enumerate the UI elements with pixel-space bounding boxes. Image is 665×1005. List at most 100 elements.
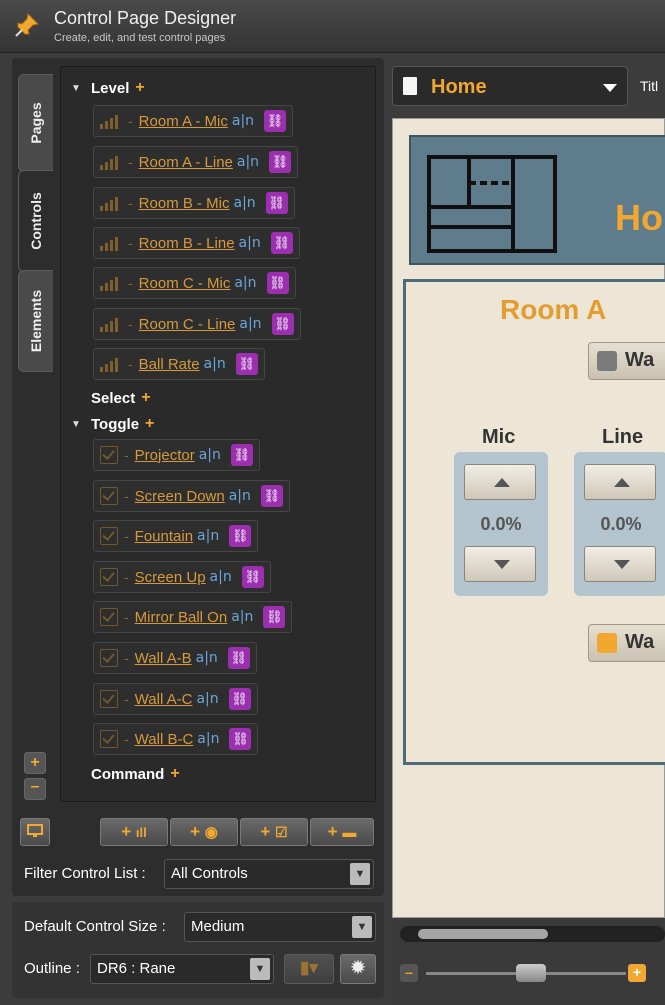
link-icon[interactable]: ⛓ <box>227 647 250 669</box>
link-icon[interactable]: ⛓ <box>266 272 289 294</box>
link-icon[interactable]: ⛓ <box>265 192 288 214</box>
scroll-thumb[interactable] <box>418 929 548 939</box>
control-link[interactable]: Fountain <box>135 528 193 545</box>
list-item[interactable]: - Ball Rate a|n ⛓ <box>93 348 265 380</box>
link-icon[interactable]: ⛓ <box>235 353 258 375</box>
design-canvas[interactable]: Ho Room A Wa Mic Line 0.0% 0.0% Wa <box>392 118 665 918</box>
control-link[interactable]: Wall B-C <box>135 731 194 748</box>
control-link[interactable]: Room C - Line <box>139 316 236 333</box>
rename-icon[interactable]: a|n <box>204 356 226 372</box>
group-toggle[interactable]: ▼ Toggle + <box>61 413 154 435</box>
expand-all-button[interactable]: + <box>24 752 46 774</box>
link-icon[interactable]: ⛓ <box>230 444 253 466</box>
page-select[interactable]: Home <box>392 66 628 106</box>
horizontal-scrollbar[interactable] <box>400 926 665 942</box>
add-toggle-button[interactable]: + ☑ <box>240 818 308 846</box>
link-icon[interactable]: ⛓ <box>228 688 251 710</box>
list-item[interactable]: - Room B - Line a|n ⛓ <box>93 227 300 259</box>
tab-pages[interactable]: Pages <box>18 74 53 172</box>
group-level[interactable]: ▼ Level + <box>61 77 145 99</box>
preview-button[interactable] <box>20 818 50 846</box>
add-command-button[interactable]: + ▬ <box>310 818 374 846</box>
rename-icon[interactable]: a|n <box>196 691 218 707</box>
device-menu-button[interactable]: ▮▾ <box>284 954 334 984</box>
tab-controls[interactable]: Controls <box>18 170 53 272</box>
control-size-select[interactable]: Medium ▼ <box>184 912 376 942</box>
rename-icon[interactable]: a|n <box>232 113 254 129</box>
link-icon[interactable]: ⛓ <box>263 606 286 628</box>
volume-up-button[interactable] <box>464 464 536 500</box>
add-toggle-icon[interactable]: + <box>145 415 154 433</box>
control-link[interactable]: Screen Up <box>135 569 206 586</box>
rename-icon[interactable]: a|n <box>234 195 256 211</box>
link-icon[interactable]: ⛓ <box>269 151 292 173</box>
outline-select[interactable]: DR6 : Rane ▼ <box>90 954 274 984</box>
control-link[interactable]: Room A - Line <box>139 154 233 171</box>
control-link[interactable]: Ball Rate <box>139 356 200 373</box>
link-icon[interactable]: ⛓ <box>270 232 293 254</box>
rename-icon[interactable]: a|n <box>239 235 261 251</box>
link-icon[interactable]: ⛓ <box>260 485 283 507</box>
link-icon[interactable]: ⛓ <box>241 566 264 588</box>
rename-icon[interactable]: a|n <box>229 488 251 504</box>
group-command[interactable]: Command + <box>61 763 180 785</box>
add-select-button[interactable]: + ◉ <box>170 818 238 846</box>
control-link[interactable]: Wall A-B <box>135 650 192 667</box>
link-icon[interactable]: ⛓ <box>264 110 287 132</box>
header-panel[interactable]: Ho <box>409 135 665 265</box>
wall-toggle-button[interactable]: Wa <box>588 342 665 380</box>
list-item[interactable]: - Wall A-C a|n ⛓ <box>93 683 258 715</box>
gear-icon[interactable]: ✹ <box>340 954 376 984</box>
list-item[interactable]: - Wall B-C a|n ⛓ <box>93 723 259 755</box>
list-item[interactable]: - Room A - Line a|n ⛓ <box>93 146 299 178</box>
rename-icon[interactable]: a|n <box>196 650 218 666</box>
control-link[interactable]: Room C - Mic <box>139 275 231 292</box>
expand-arrow-icon[interactable]: ▼ <box>61 419 91 430</box>
link-icon[interactable]: ⛓ <box>229 728 252 750</box>
control-link[interactable]: Wall A-C <box>135 691 193 708</box>
expand-arrow-icon[interactable]: ▼ <box>61 83 91 94</box>
control-link[interactable]: Room B - Mic <box>139 195 230 212</box>
list-item[interactable]: - Mirror Ball On a|n ⛓ <box>93 601 293 633</box>
rename-icon[interactable]: a|n <box>197 731 219 747</box>
list-item[interactable]: - Room B - Mic a|n ⛓ <box>93 187 295 219</box>
add-command-icon[interactable]: + <box>170 765 179 783</box>
link-icon[interactable]: ⛓ <box>229 525 252 547</box>
rename-icon[interactable]: a|n <box>197 528 219 544</box>
control-link[interactable]: Screen Down <box>135 488 225 505</box>
room-panel[interactable]: Room A Wa Mic Line 0.0% 0.0% Wa <box>403 279 665 765</box>
control-link[interactable]: Projector <box>135 447 195 464</box>
zoom-in-button[interactable]: + <box>628 964 646 982</box>
list-item[interactable]: - Wall A-B a|n ⛓ <box>93 642 257 674</box>
control-link[interactable]: Mirror Ball On <box>135 609 228 626</box>
volume-down-button[interactable] <box>464 546 536 582</box>
filter-select[interactable]: All Controls ▼ <box>164 859 374 889</box>
add-level-button[interactable]: + ıll <box>100 818 168 846</box>
zoom-out-button[interactable]: – <box>400 964 418 982</box>
rename-icon[interactable]: a|n <box>237 154 259 170</box>
link-icon[interactable]: ⛓ <box>271 313 294 335</box>
rename-icon[interactable]: a|n <box>234 275 256 291</box>
list-item[interactable]: - Room C - Line a|n ⛓ <box>93 308 301 340</box>
control-link[interactable]: Room A - Mic <box>139 113 228 130</box>
control-link[interactable]: Room B - Line <box>139 235 235 252</box>
add-select-icon[interactable]: + <box>141 389 150 407</box>
list-item[interactable]: - Fountain a|n ⛓ <box>93 520 259 552</box>
rename-icon[interactable]: a|n <box>210 569 232 585</box>
rename-icon[interactable]: a|n <box>231 609 253 625</box>
wall-toggle-button[interactable]: Wa <box>588 624 665 662</box>
zoom-slider-thumb[interactable] <box>516 964 546 982</box>
collapse-all-button[interactable]: – <box>24 778 46 800</box>
rename-icon[interactable]: a|n <box>199 447 221 463</box>
volume-up-button[interactable] <box>584 464 656 500</box>
list-item[interactable]: - Screen Down a|n ⛓ <box>93 480 290 512</box>
list-item[interactable]: - Screen Up a|n ⛓ <box>93 561 271 593</box>
list-item[interactable]: - Room C - Mic a|n ⛓ <box>93 267 296 299</box>
rename-icon[interactable]: a|n <box>239 316 261 332</box>
group-select[interactable]: Select + <box>61 387 151 409</box>
tab-elements[interactable]: Elements <box>18 270 53 372</box>
volume-down-button[interactable] <box>584 546 656 582</box>
list-item[interactable]: - Room A - Mic a|n ⛓ <box>93 105 294 137</box>
add-level-icon[interactable]: + <box>135 79 144 97</box>
list-item[interactable]: - Projector a|n ⛓ <box>93 439 260 471</box>
